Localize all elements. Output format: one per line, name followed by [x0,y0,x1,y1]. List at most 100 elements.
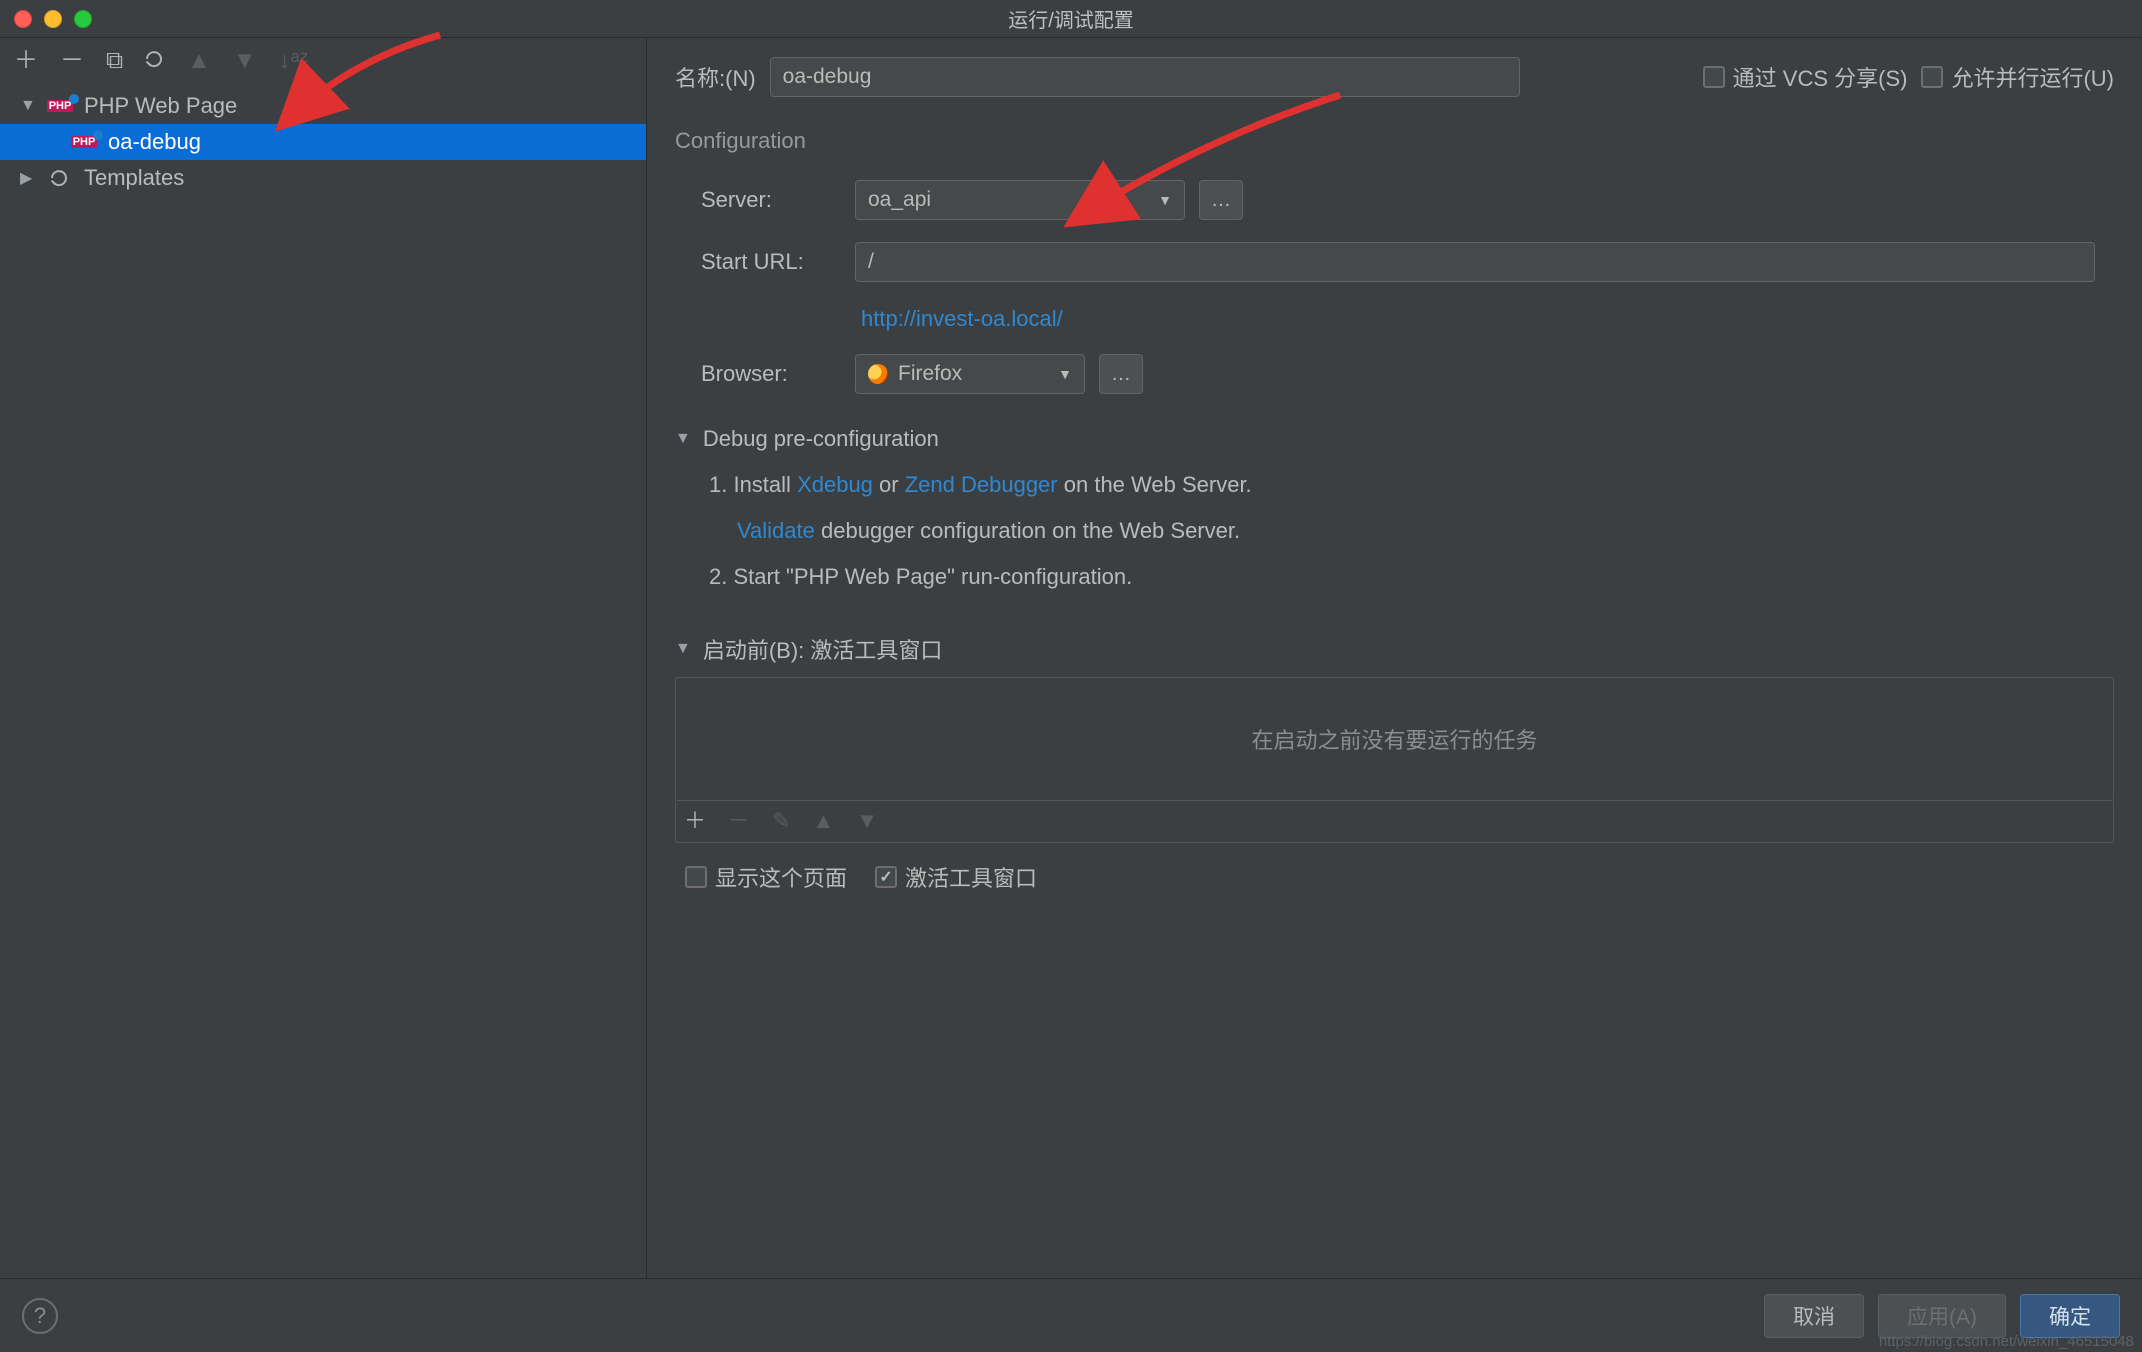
remove-task-icon: － [728,810,750,832]
checkbox-icon [685,866,707,888]
url-preview-link[interactable]: http://invest-oa.local/ [855,306,1063,331]
before-launch-header[interactable]: ▼ 启动前(B): 激活工具窗口 [675,633,2114,665]
show-page-checkbox[interactable]: 显示这个页面 [685,861,847,893]
before-launch-title: 启动前(B): 激活工具窗口 [703,633,943,665]
edit-config-icon[interactable] [145,49,165,74]
ok-button[interactable]: 确定 [2020,1294,2120,1338]
php-web-page-icon: PHP [44,100,76,112]
window-title: 运行/调试配置 [1008,4,1134,33]
window-controls [14,10,92,28]
before-launch-checkboxes: 显示这个页面 激活工具窗口 [675,843,2114,893]
main-container: ＋ － ⧉ ▲ ▼ ↓ᵃᶻ ▼ PHP PHP Web Page PHP oa-… [0,38,2142,1278]
allow-parallel-run-checkbox[interactable]: 允许并行运行(U) [1921,61,2114,93]
move-task-up-icon: ▲ [812,810,834,832]
before-launch-empty-text: 在启动之前没有要运行的任务 [1251,723,1537,755]
footer: ? 取消 应用(A) 确定 [0,1278,2142,1352]
activate-tool-window-checkbox[interactable]: 激活工具窗口 [875,861,1037,893]
debug-step-1: 1. Install Xdebug or Zend Debugger on th… [709,462,2114,508]
maximize-window-button[interactable] [74,10,92,28]
share-via-vcs-checkbox[interactable]: 通过 VCS 分享(S) [1703,61,1908,93]
chevron-down-icon: ▼ [20,97,36,115]
tree-label: Templates [84,165,184,191]
xdebug-link[interactable]: Xdebug [797,472,873,497]
start-url-row [855,242,2114,282]
browser-label: Browser: [675,361,855,387]
tree-category-php-web-page[interactable]: ▼ PHP PHP Web Page [0,88,646,124]
sidebar-toolbar: ＋ － ⧉ ▲ ▼ ↓ᵃᶻ [0,38,646,84]
configuration-section-title: Configuration [675,128,2114,154]
checkbox-label: 通过 VCS 分享(S) [1733,61,1908,93]
apply-button[interactable]: 应用(A) [1878,1294,2006,1338]
server-more-button[interactable]: … [1199,180,1243,220]
url-preview-row: http://invest-oa.local/ [855,304,2114,332]
server-value: oa_api [868,188,931,212]
edit-task-icon: ✎ [772,810,790,832]
debug-preconfig-title: Debug pre-configuration [703,426,939,452]
tree-label: PHP Web Page [84,93,237,119]
browser-more-button[interactable]: … [1099,354,1143,394]
debug-preconfig-body: 1. Install Xdebug or Zend Debugger on th… [675,452,2114,601]
step1-prefix: 1. Install [709,472,791,497]
help-icon: ? [34,1303,46,1329]
footer-buttons: 取消 应用(A) 确定 [1764,1294,2120,1338]
remove-config-icon[interactable]: － [60,49,84,73]
checkbox-label: 激活工具窗口 [905,861,1037,893]
server-label: Server: [675,187,855,213]
server-select[interactable]: oa_api ▼ [855,180,1185,220]
move-task-down-icon: ▼ [856,810,878,832]
titlebar: 运行/调试配置 [0,0,2142,38]
browser-select[interactable]: Firefox ▼ [855,354,1085,394]
before-launch-list: 在启动之前没有要运行的任务 [675,677,2114,801]
server-row: oa_api ▼ … [855,180,2114,220]
tree-item-oa-debug[interactable]: PHP oa-debug [0,124,646,160]
cancel-button[interactable]: 取消 [1764,1294,1864,1338]
firefox-icon [868,364,888,384]
sort-icon: ↓ᵃᶻ [279,49,309,73]
tree-label: oa-debug [108,129,201,155]
validate-link[interactable]: Validate [737,518,815,543]
chevron-right-icon: ▶ [20,168,36,188]
config-tree: ▼ PHP PHP Web Page PHP oa-debug ▶ Templa… [0,84,646,1278]
wrench-icon [44,168,76,188]
close-window-button[interactable] [14,10,32,28]
chevron-down-icon: ▼ [1158,192,1172,208]
move-down-icon: ▼ [233,49,257,73]
content-pane: 名称:(N) 通过 VCS 分享(S) 允许并行运行(U) Configurat… [647,38,2142,1278]
chevron-down-icon: ▼ [675,640,691,658]
zend-debugger-link[interactable]: Zend Debugger [905,472,1058,497]
help-button[interactable]: ? [22,1298,58,1334]
checkbox-checked-icon [875,866,897,888]
add-task-icon[interactable]: ＋ [684,810,706,832]
browser-value: Firefox [898,362,962,386]
debug-preconfig-header[interactable]: ▼ Debug pre-configuration [675,426,2114,452]
debug-step-2: 2. Start "PHP Web Page" run-configuratio… [709,554,2114,600]
minimize-window-button[interactable] [44,10,62,28]
browser-row: Firefox ▼ … [855,354,2114,394]
checkbox-icon [1703,66,1725,88]
name-input[interactable] [770,57,1520,97]
checkbox-icon [1921,66,1943,88]
start-url-label: Start URL: [675,249,855,275]
add-config-icon[interactable]: ＋ [14,49,38,73]
tree-category-templates[interactable]: ▶ Templates [0,160,646,196]
start-url-input[interactable] [855,242,2095,282]
step1-suffix: on the Web Server. [1064,472,1252,497]
configuration-form: Server: oa_api ▼ … Start URL: http://inv… [675,180,2114,394]
name-row: 名称:(N) 通过 VCS 分享(S) 允许并行运行(U) [675,52,2114,102]
name-label: 名称:(N) [675,61,756,93]
or-text: or [879,472,899,497]
chevron-down-icon: ▼ [1058,366,1072,382]
btn-label: 应用(A) [1907,1301,1977,1331]
copy-config-icon[interactable]: ⧉ [106,49,123,73]
before-launch-toolbar: ＋ － ✎ ▲ ▼ [675,801,2114,843]
debug-validate-row: Validate debugger configuration on the W… [709,508,2114,554]
validate-suffix: debugger configuration on the Web Server… [821,518,1240,543]
checkbox-label: 显示这个页面 [715,861,847,893]
php-web-page-icon: PHP [68,136,100,148]
btn-label: 取消 [1793,1301,1835,1331]
watermark-text: https://blog.csdn.net/weixin_46515048 [1879,1333,2134,1350]
checkbox-label: 允许并行运行(U) [1951,61,2114,93]
btn-label: 确定 [2049,1301,2091,1331]
chevron-down-icon: ▼ [675,430,691,448]
move-up-icon: ▲ [187,49,211,73]
